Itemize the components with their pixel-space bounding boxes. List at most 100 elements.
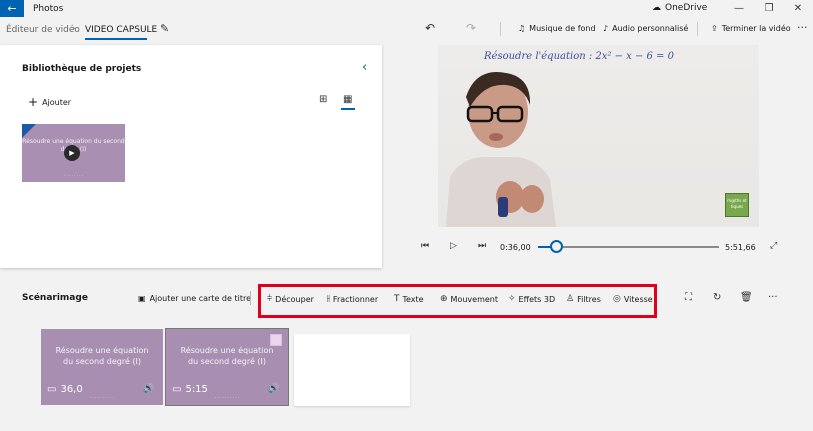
video-preview[interactable]: Résoudre l'équation : 2x² − x − 6 = 0 m@… — [438, 45, 759, 227]
filters-label: Filtres — [577, 294, 601, 304]
grid-view-indicator — [341, 108, 355, 110]
volume-icon[interactable]: 🔊 — [268, 384, 279, 394]
restore-button[interactable]: ❐ — [754, 0, 784, 17]
filters-button[interactable]: ♙ Filtres — [566, 294, 601, 304]
presenter-figure — [446, 72, 556, 227]
custom-audio-button[interactable]: ♪ Audio personnalisé — [603, 24, 688, 33]
current-time: 0:36,00 — [500, 243, 531, 252]
clip-footer: · · · · · · · · · · — [89, 395, 115, 400]
clip-title: Résoudre une équation du second degré (I… — [41, 345, 163, 367]
play-button-icon[interactable]: ▷ — [450, 241, 457, 251]
toolbar-divider — [500, 22, 501, 36]
storyboard-clip[interactable]: Résoudre une équation du second degré (I… — [41, 329, 163, 405]
fullscreen-icon[interactable]: ⤢ — [770, 241, 777, 251]
video-icon: ▭ — [47, 384, 57, 395]
clip-title-line: Résoudre une équation — [180, 346, 274, 355]
motion-label: Mouvement — [450, 294, 498, 304]
custom-audio-label: Audio personnalisé — [612, 24, 689, 33]
storyboard-more-icon[interactable]: ··· — [768, 292, 778, 303]
clip-duration: ▭ 5:15 — [172, 384, 208, 395]
audio-file-icon: ♪ — [603, 24, 609, 33]
seek-thumb[interactable] — [550, 240, 564, 253]
arrow-left-icon: ← — [7, 2, 17, 15]
split-icon: ⫲ — [327, 294, 330, 304]
video-icon: ▭ — [172, 384, 182, 395]
plus-icon: + — [28, 95, 39, 109]
watermark-logo: m@ths et tiques — [725, 193, 749, 217]
background-music-button[interactable]: ♫ Musique de fond — [518, 24, 596, 33]
cloud-icon: ☁ — [652, 3, 661, 13]
seek-track[interactable] — [538, 246, 719, 248]
grid-view-icon[interactable]: ▦ — [343, 94, 352, 105]
3d-effects-button[interactable]: ✧ Effets 3D — [508, 294, 555, 304]
undo-icon[interactable]: ↶ — [425, 21, 435, 35]
clip-title: Résoudre une équation du second degré (I… — [166, 345, 288, 367]
used-corner-marker — [22, 124, 36, 138]
motion-button[interactable]: ⊕ Mouvement — [440, 294, 498, 304]
clip-title-line: Résoudre une équation — [55, 346, 149, 355]
project-library-panel: Bibliothèque de projets ‹ + Ajouter ⊞ ▦ … — [0, 45, 382, 268]
empty-storyboard-slot[interactable] — [294, 334, 410, 406]
breadcrumb-parent[interactable]: Éditeur de vidéo — [6, 25, 80, 35]
clip-footer: · · · · · · · · · · — [214, 395, 240, 400]
thumbnail-footer: · · · · · · · · — [63, 173, 84, 178]
filters-icon: ♙ — [566, 294, 575, 304]
split-button[interactable]: ⫲ Fractionner — [327, 294, 378, 304]
storyboard-clip[interactable]: Résoudre une équation du second degré (I… — [165, 328, 289, 406]
background-music-label: Musique de fond — [529, 24, 596, 33]
trim-button[interactable]: ⫩ Découper — [267, 294, 314, 304]
clip-duration-value: 5:15 — [185, 384, 208, 395]
next-frame-icon[interactable]: ⏭ — [478, 241, 486, 251]
export-icon: ⇪ — [711, 24, 718, 33]
whiteboard-text: Résoudre l'équation : 2x² − x − 6 = 0 — [484, 51, 674, 62]
motion-icon: ⊕ — [440, 294, 448, 304]
breadcrumb-underline — [85, 38, 147, 40]
text-label: Texte — [402, 294, 424, 304]
speed-button[interactable]: ◎ Vitesse — [613, 294, 653, 304]
storyboard-title: Scénarimage — [22, 293, 88, 303]
add-title-card-label: Ajouter une carte de titre — [149, 294, 251, 303]
app-title: Photos — [33, 3, 64, 14]
rename-pencil-icon[interactable]: ✎ — [160, 22, 169, 35]
toolbar-divider — [697, 22, 698, 36]
add-media-button[interactable]: + Ajouter — [28, 95, 71, 109]
3d-effects-icon: ✧ — [508, 294, 516, 304]
onedrive-label: OneDrive — [665, 3, 708, 13]
play-icon[interactable]: ▶ — [64, 145, 80, 161]
onedrive-button[interactable]: ☁ OneDrive — [652, 3, 707, 13]
library-media-thumbnail[interactable]: Résoudre une équation du second degré (I… — [22, 124, 125, 182]
collapse-chevron-icon[interactable]: ‹ — [362, 60, 367, 75]
volume-icon[interactable]: 🔊 — [143, 384, 154, 394]
clip-title-line: du second degré (I) — [187, 357, 267, 366]
text-icon: T — [394, 294, 400, 304]
rotate-icon[interactable]: ↻ — [713, 292, 721, 303]
text-button[interactable]: T Texte — [394, 294, 424, 304]
back-button[interactable]: ← — [0, 0, 24, 17]
trim-icon: ⫩ — [267, 294, 273, 304]
add-title-card-button[interactable]: ▣ Ajouter une carte de titre — [138, 294, 251, 303]
list-view-icon[interactable]: ⊞ — [319, 94, 327, 105]
close-button[interactable]: ✕ — [783, 0, 813, 17]
redo-icon[interactable]: ↷ — [466, 21, 476, 35]
delete-icon[interactable]: 🗑 — [740, 292, 753, 303]
title-card-icon: ▣ — [138, 294, 146, 303]
clip-duration: ▭ 36,0 — [47, 384, 83, 395]
previous-frame-icon[interactable]: ⏮ — [421, 241, 429, 251]
storyboard-divider — [250, 291, 251, 305]
split-label: Fractionner — [332, 294, 379, 304]
clip-title-line: du second degré (I) — [62, 357, 142, 366]
crop-icon[interactable]: ⛶ — [685, 292, 692, 303]
finish-video-button[interactable]: ⇪ Terminer la vidéo — [711, 24, 791, 33]
speed-icon: ◎ — [613, 294, 621, 304]
finish-video-label: Terminer la vidéo — [721, 24, 791, 33]
clip-duration-value: 36,0 — [60, 384, 83, 395]
speed-label: Vitesse — [623, 294, 653, 304]
total-time: 5:51,66 — [725, 243, 756, 252]
music-note-icon: ♫ — [518, 24, 526, 33]
more-options-icon[interactable]: ··· — [797, 21, 808, 34]
3d-effects-label: Effets 3D — [518, 294, 556, 304]
trim-label: Découper — [275, 294, 314, 304]
breadcrumb-current: VIDEO CAPSULE — [85, 25, 158, 35]
minimize-button[interactable]: — — [724, 0, 754, 17]
add-media-label: Ajouter — [42, 97, 72, 107]
